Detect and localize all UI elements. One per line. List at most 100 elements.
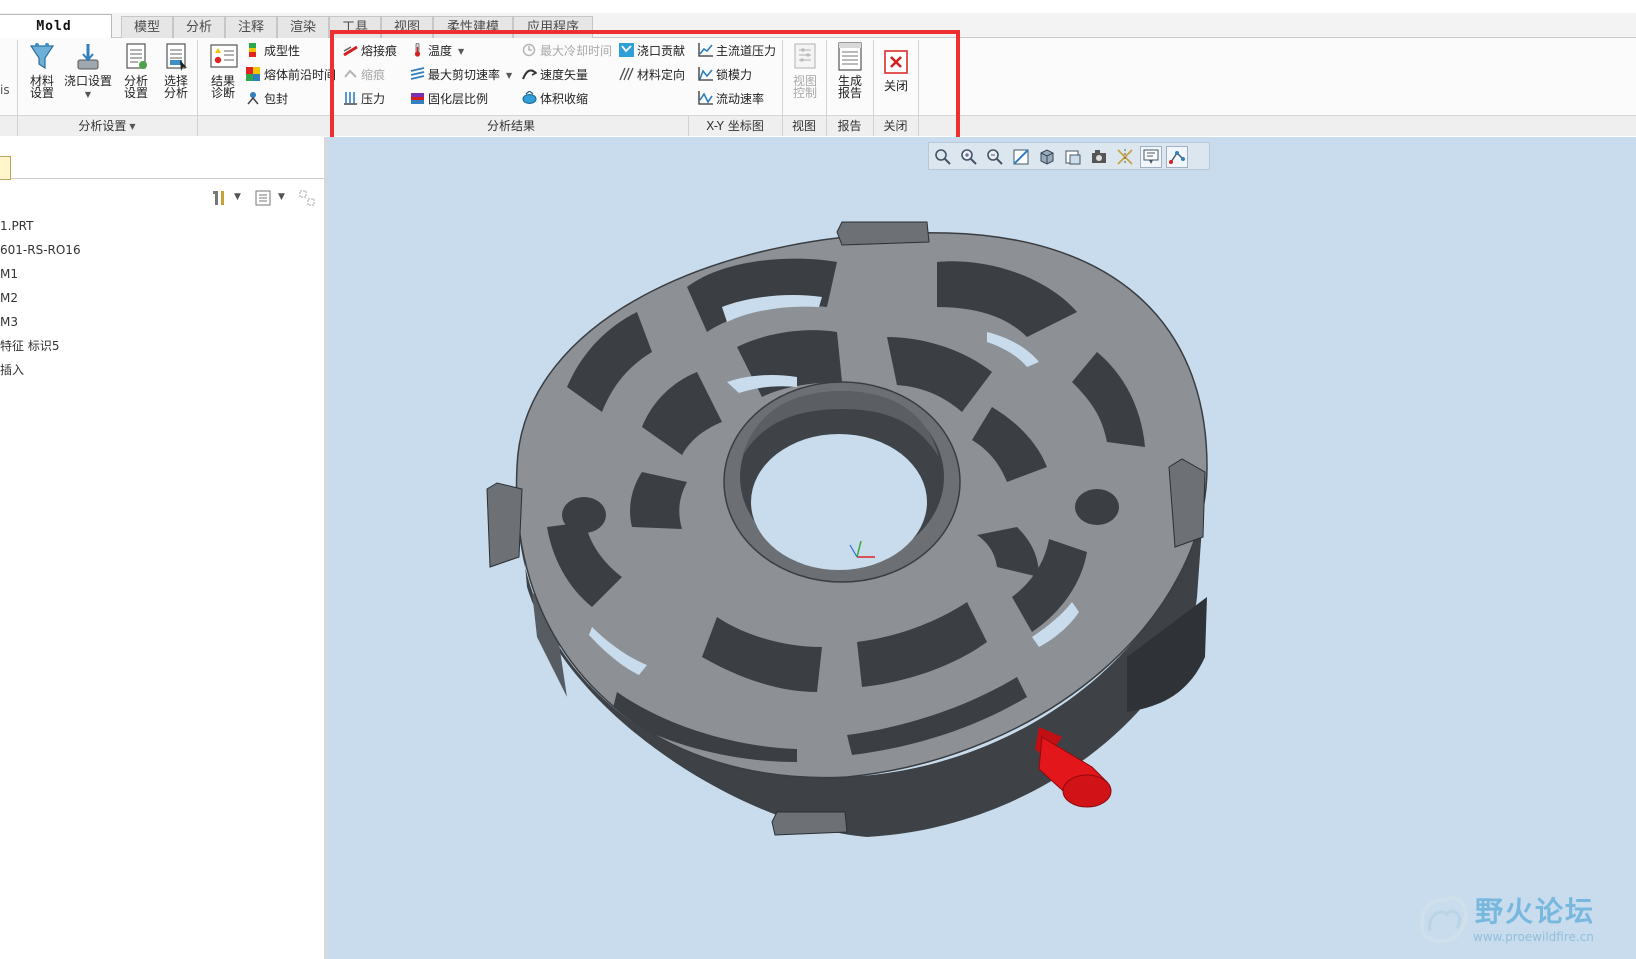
material-setup-button[interactable]: 材料 设置 (22, 42, 62, 99)
ribbon-tab-strip: Mold Analysis 模型 分析 注释 渲染 工具 视图 柔性建模 应用程… (0, 0, 1636, 58)
settings-sheet-icon (122, 42, 150, 72)
tab-annotate[interactable]: 注释 (225, 16, 277, 38)
tree-item[interactable]: 特征 标识5 (0, 336, 59, 356)
sink-mark-button[interactable]: 缩痕 (343, 65, 385, 85)
tree-item[interactable]: M3 (0, 312, 18, 332)
view-manager-button[interactable] (1088, 146, 1110, 168)
tab-analysis[interactable]: 分析 (173, 16, 225, 38)
cooling-time-icon (522, 43, 537, 57)
clamp-force-button[interactable]: 锁模力 (698, 65, 752, 85)
tab-flexible-modeling[interactable]: 柔性建模 (433, 16, 513, 38)
tab-view[interactable]: 视图 (381, 16, 433, 38)
part-round-hole (562, 497, 606, 533)
datum-axes-icon (1117, 149, 1133, 165)
tab-tools[interactable]: 工具 (329, 16, 381, 38)
flow-rate-button[interactable]: 流动速率 (698, 89, 764, 109)
weld-line-icon (343, 43, 358, 57)
tab-model[interactable]: 模型 (121, 16, 173, 38)
group-label-view: 视图 (791, 119, 816, 133)
dropdown-arrow-icon: ▼ (84, 90, 92, 99)
group-label-analysis-setup[interactable]: 分析设置 ▼ (17, 117, 197, 135)
analysis-settings-button[interactable]: 分析 设置 (116, 42, 156, 99)
tree-item[interactable]: 1.PRT (0, 216, 33, 236)
annotation-display-button[interactable] (1140, 146, 1162, 168)
saved-views-icon (1065, 150, 1081, 165)
watermark-title: 野火论坛 (1475, 895, 1596, 928)
velocity-vector-icon (522, 67, 538, 81)
tree-item[interactable]: 插入 (0, 360, 24, 380)
gate-contribution-button[interactable]: 浇口贡献 (619, 41, 685, 61)
frozen-layer-fraction-button[interactable]: 固化层比例 (410, 89, 488, 109)
zoom-out-button[interactable] (984, 146, 1006, 168)
point-display-button[interactable] (1166, 146, 1188, 168)
max-cooling-time-button[interactable]: 最大冷却时间 (522, 41, 612, 61)
dropdown-arrow-icon[interactable]: ▼ (234, 192, 241, 210)
model-tree-toolbar: ▼ ▼ (0, 179, 325, 215)
velocity-vector-button[interactable]: 速度矢量 (522, 65, 588, 85)
melt-front-icon (246, 67, 261, 81)
tree-item[interactable]: 601-RS-RO16 (0, 240, 81, 260)
select-sheet-icon (162, 42, 190, 72)
tab-mold-analysis[interactable]: Mold Analysis (0, 14, 112, 58)
separator (918, 40, 919, 136)
xy-plot-icon (698, 67, 713, 81)
dropdown-arrow-icon: ▼ (506, 71, 513, 80)
air-trap-button[interactable]: 包封 (246, 89, 288, 109)
dropdown-arrow-icon[interactable]: ▼ (278, 192, 285, 210)
select-analysis-button[interactable]: 选择 分析 (156, 42, 196, 99)
fiber-orientation-button[interactable]: 材料定向 (619, 65, 685, 85)
refit-icon (935, 149, 951, 165)
saved-views-button[interactable] (1062, 146, 1084, 168)
max-shear-rate-button[interactable]: 最大剪切速率 ▼ (410, 65, 512, 85)
pressure-icon (343, 91, 358, 105)
panel-tab-strip (0, 151, 325, 180)
group-label-report: 报告 (837, 119, 862, 133)
repaint-button[interactable] (1010, 146, 1032, 168)
tools-icon (213, 191, 224, 205)
results-diagnosis-button[interactable]: 结果 诊断 (203, 42, 243, 99)
refit-button[interactable] (932, 146, 954, 168)
clipped-ribbon-item[interactable]: is (0, 80, 10, 100)
forum-logo-icon (1419, 895, 1468, 944)
runner-pressure-button[interactable]: 主流道压力 (698, 41, 776, 61)
weld-line-button[interactable]: 熔接痕 (343, 41, 397, 61)
frozen-layer-icon (410, 91, 425, 105)
points-icon (1169, 151, 1185, 164)
tab-render[interactable]: 渲染 (277, 16, 329, 38)
volumetric-shrinkage-button[interactable]: 体积收缩 (522, 89, 588, 109)
pressure-button[interactable]: 压力 (343, 89, 385, 109)
close-button[interactable]: 关闭 (875, 50, 917, 92)
separator (197, 40, 198, 136)
dropdown-arrow-icon: ▼ (129, 122, 136, 131)
moldability-button[interactable]: 成型性 (246, 41, 300, 61)
fiber-orientation-icon (619, 67, 634, 81)
tree-item[interactable]: M1 (0, 264, 18, 284)
graphics-viewport[interactable] (327, 137, 1636, 959)
tree-item[interactable]: M2 (0, 288, 18, 308)
zoom-in-button[interactable] (958, 146, 980, 168)
filter-icon (299, 190, 315, 206)
datum-display-button[interactable] (1114, 146, 1136, 168)
dropdown-arrow-icon: ▼ (458, 47, 465, 56)
part-3d-model (486, 221, 1208, 837)
gate-contribution-icon (619, 43, 634, 57)
title-strip (0, 0, 1636, 13)
tree-columns-button[interactable] (254, 189, 272, 207)
tree-filter-button[interactable] (298, 189, 318, 207)
temperature-button[interactable]: 温度 ▼ (410, 41, 464, 61)
part-center-bore (723, 381, 961, 583)
display-style-button[interactable] (1036, 146, 1058, 168)
tree-tools-button[interactable] (210, 189, 228, 207)
xy-plot-icon (698, 91, 713, 105)
melt-front-time-button[interactable]: 熔体前沿时间 (246, 65, 336, 85)
gate-setup-button[interactable]: 浇口设置 ▼ (62, 42, 114, 101)
close-icon (884, 50, 908, 74)
model-tree-panel: ▼ ▼ 1.PRT 601-RS-RO16 M1 M2 M3 特征 标识5 插入 (0, 137, 327, 959)
model-tree-tab[interactable] (0, 156, 11, 180)
volumetric-shrinkage-icon (522, 90, 537, 105)
tab-applications[interactable]: 应用程序 (513, 16, 593, 38)
view-control-icon (791, 42, 819, 72)
repaint-icon (1013, 149, 1029, 165)
generate-report-button[interactable]: 生成 报告 (829, 42, 871, 99)
view-control-button[interactable]: 视图 控制 (785, 42, 825, 99)
